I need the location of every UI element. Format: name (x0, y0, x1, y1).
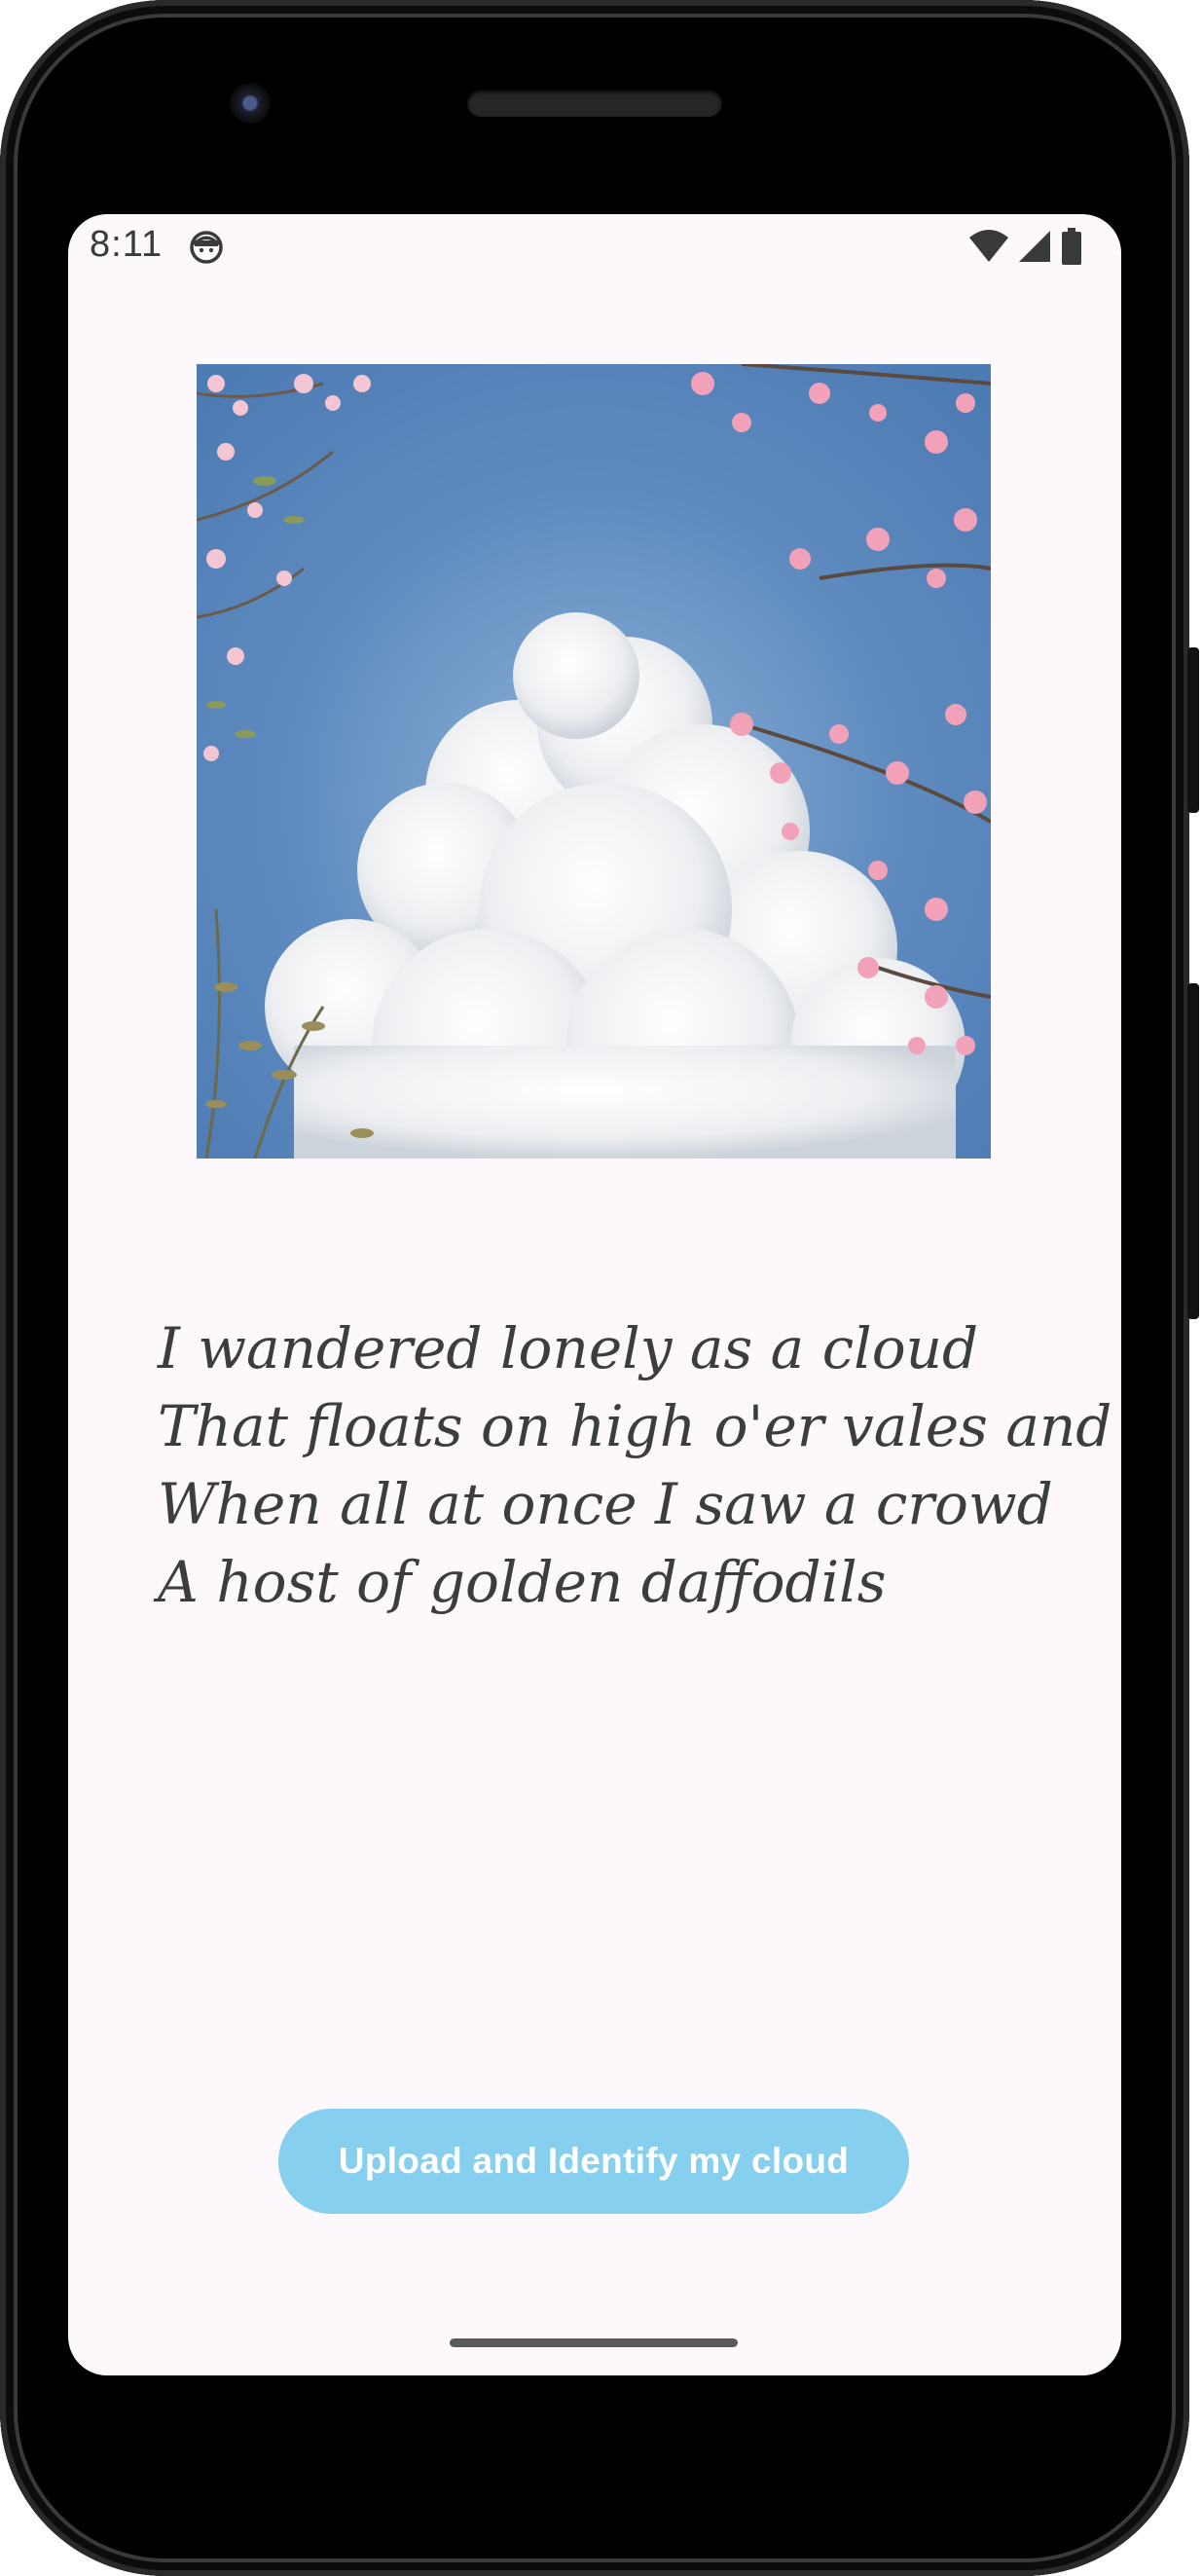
cloud-photo (197, 364, 991, 1159)
earpiece-speaker (467, 90, 722, 117)
battery-icon (1061, 228, 1082, 269)
status-bar: 8:11 (68, 214, 1121, 282)
cellular-signal-icon (1018, 230, 1051, 267)
home-indicator[interactable] (450, 2338, 738, 2347)
upload-identify-button[interactable]: Upload and Identify my cloud (278, 2109, 909, 2214)
poem-line: That floats on high o'er vales and hills (158, 1393, 1121, 1459)
volume-button (1187, 983, 1199, 1319)
wifi-icon (969, 230, 1008, 267)
app-screen: 8:11 I wandered lonely as a cloud That f… (68, 214, 1121, 2375)
poem-text: I wandered lonely as a cloud That floats… (158, 1309, 1121, 1621)
android-face-icon (189, 230, 224, 265)
poem-line: I wandered lonely as a cloud (158, 1315, 979, 1381)
phone-frame: 8:11 I wandered lonely as a cloud That f… (0, 0, 1189, 2576)
front-camera (230, 83, 271, 124)
status-icons (969, 228, 1082, 269)
poem-line: When all at once I saw a crowd (158, 1471, 1053, 1537)
status-time: 8:11 (90, 224, 164, 265)
power-button (1187, 647, 1199, 813)
poem-line: A host of golden daffodils (158, 1549, 887, 1615)
